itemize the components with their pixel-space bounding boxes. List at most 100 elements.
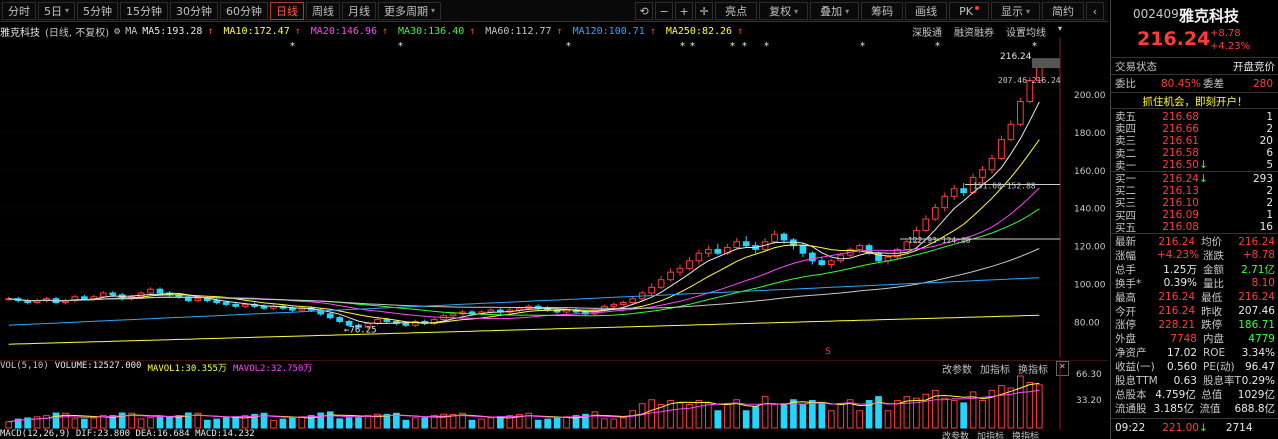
period-label: 分时 — [8, 4, 30, 18]
candlestick-chart[interactable]: 200.00 180.00 160.00 140.00 120.00 100.00 80.0… — [0, 38, 1108, 358]
candle-body — [941, 195, 949, 209]
volume-bar — [950, 400, 958, 429]
period-toolbar: 分时 5日 ▾ 5分钟 15分钟 30分钟 60分钟 日线 周线 月线 更多周期 ▾ ⟲ − + ✛ … — [0, 0, 1108, 22]
ma-link[interactable]: 深股通 — [912, 24, 942, 39]
volume-bar — [1017, 375, 1024, 429]
stat-label: 昨收 — [1201, 305, 1223, 318]
volume-bar — [534, 419, 542, 429]
notification-dot — [974, 6, 979, 10]
tool-button[interactable]: 筹码 — [861, 2, 904, 20]
ma-value: MA250:82.26 ↑ — [666, 26, 748, 37]
event-marker[interactable]: * — [566, 41, 571, 52]
order-arrow: ↓ — [1199, 172, 1208, 185]
period-button[interactable]: 日线 — [270, 1, 305, 20]
volume-bar — [81, 418, 88, 429]
tool-button[interactable]: 复权 ▾ — [759, 2, 809, 20]
stat-value: 7748 — [1170, 332, 1197, 345]
period-button[interactable]: 5分钟 — [77, 1, 119, 20]
period-button[interactable]: 60分钟 — [220, 1, 269, 20]
zoom-in-icon[interactable]: + — [675, 2, 694, 20]
event-marker[interactable]: * — [742, 41, 747, 52]
period-button[interactable]: 5日 ▾ — [38, 1, 76, 20]
volume-bar — [497, 416, 504, 429]
mode-label: (日线, 不复权) — [45, 27, 110, 39]
ma-link[interactable]: 融资融券 — [954, 24, 994, 39]
stat-label: 内盘 — [1203, 333, 1224, 346]
period-button[interactable]: 月线 — [342, 1, 377, 20]
stat-value: +4.23% — [1157, 249, 1200, 262]
order-qty: 1 — [1266, 110, 1273, 123]
tool-button[interactable]: 画线 — [905, 2, 948, 20]
zoom-out-icon[interactable]: − — [655, 2, 674, 20]
chevron-down-icon: ▾ — [431, 6, 436, 15]
stat-label: 外盘 — [1115, 333, 1136, 346]
event-marker[interactable]: * — [1032, 41, 1037, 52]
volume-bar — [156, 416, 164, 429]
ma-text: MA120:100.71 — [572, 25, 645, 37]
ratio-value: 80.45% — [1161, 77, 1202, 90]
ma-info-line: 雅克科技 (日线, 不复权) ⚙ MA MA5:193.28 ↑ MA10:172.… — [0, 23, 1108, 39]
range-label: 207.46-216.24 — [998, 76, 1061, 85]
volume-bar — [213, 418, 221, 429]
event-marker[interactable]: * — [730, 41, 735, 52]
candle-body — [81, 296, 88, 300]
stat-row: 今开 216.24 昨收 207.46 — [1111, 305, 1278, 318]
stat-label: 股息率TTM — [1203, 375, 1241, 387]
stat-label: 涨跌 — [1203, 249, 1224, 262]
quote-panel: 002409 雅克科技 216.24 +8.78 +4.23% 交易状态 开盘竞… — [1110, 0, 1278, 439]
tool-button[interactable]: PK — [949, 2, 989, 20]
diff-value: 280 — [1252, 77, 1273, 90]
ma-value: MA60:112.77 ↑ — [485, 26, 567, 37]
period-button[interactable]: 15分钟 — [120, 1, 169, 20]
tool-button[interactable]: 亮点 — [715, 2, 758, 20]
tool-button[interactable]: 简约 — [1042, 2, 1084, 20]
volume-bar — [941, 397, 949, 429]
event-marker[interactable]: * — [690, 41, 695, 52]
tool-button[interactable]: 叠加 ▾ — [810, 2, 860, 20]
ma-text: MA250:82.26 — [665, 25, 733, 37]
tool-button[interactable]: 显示 ▾ — [990, 2, 1040, 20]
volume-bar — [137, 418, 145, 429]
candle-body — [99, 292, 107, 298]
macd-tool-link[interactable]: 改参数 — [942, 429, 969, 439]
event-marker[interactable]: * — [398, 41, 403, 52]
period-button[interactable]: 30分钟 — [170, 1, 219, 20]
collapse-icon[interactable]: ‹ — [1086, 2, 1104, 20]
event-marker[interactable]: * — [680, 41, 685, 52]
open-account-banner[interactable]: 抓住机会，即刻开户！ — [1115, 94, 1275, 108]
gear-icon[interactable]: ⚙ — [114, 26, 120, 37]
volume-bar — [884, 410, 892, 429]
candle-body — [998, 138, 1005, 159]
event-marker[interactable]: * — [860, 41, 865, 52]
event-marker[interactable]: * — [764, 41, 769, 52]
order-price: 216.66 — [1162, 122, 1199, 135]
y-axis-label: 160.00 — [1074, 167, 1106, 177]
event-marker[interactable]: * — [290, 41, 295, 52]
volume-bar — [90, 417, 98, 429]
candle-body — [799, 245, 807, 254]
volume-chart[interactable]: 66.30 33.20 — [0, 360, 1108, 430]
stat-value: 688.8亿 — [1234, 402, 1275, 415]
period-button[interactable]: 周线 — [306, 1, 341, 20]
tool-label: 简约 — [1052, 5, 1074, 18]
crosshair-icon[interactable]: ✛ — [695, 2, 714, 20]
event-marker[interactable]: * — [935, 41, 940, 52]
macd-tool-link[interactable]: 加指标 — [977, 429, 1004, 439]
volume-bar — [279, 418, 287, 429]
stat-value: 2.71亿 — [1241, 263, 1275, 276]
up-arrow-icon: ↑ — [649, 25, 656, 37]
ma-link[interactable]: 设置均线 — [1006, 24, 1046, 39]
stat-label: 量比 — [1203, 277, 1224, 290]
period-button[interactable]: 更多周期 ▾ — [378, 1, 442, 20]
refresh-icon[interactable]: ⟲ — [635, 2, 654, 20]
order-price: 216.09 — [1162, 209, 1199, 222]
period-button[interactable]: 分时 — [2, 1, 36, 20]
tool-buttons: 亮点 复权 ▾ 叠加 ▾ 筹码 画线 PK 显示 ▾ 简约 — [713, 2, 1084, 20]
candle-body — [241, 303, 249, 307]
stat-value: 4779 — [1248, 332, 1275, 345]
volume-bar — [544, 418, 551, 429]
sells-order-row: 卖一 216.50 ↓ 5 — [1111, 159, 1278, 172]
macd-tool-link[interactable]: 换指标 — [1012, 429, 1039, 439]
candle-body — [657, 279, 665, 288]
period-label: 周线 — [312, 4, 335, 18]
